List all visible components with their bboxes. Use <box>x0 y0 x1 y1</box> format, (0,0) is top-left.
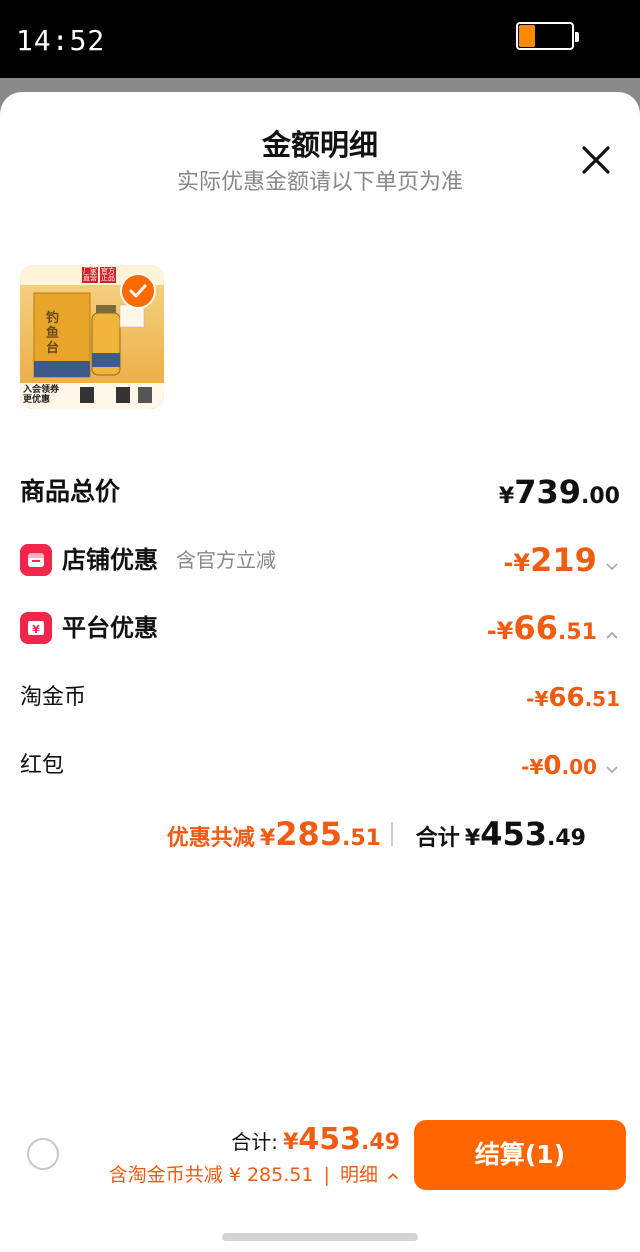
summary-total-value: 合计 ¥453.49 <box>415 815 586 853</box>
redpacket-row[interactable]: 红包 -¥0.00 <box>20 744 620 788</box>
platform-discount-label: 平台优惠 <box>62 614 158 642</box>
redpacket-value[interactable]: -¥0.00 <box>521 744 620 791</box>
shop-discount-sub: 含官方立减 <box>176 548 276 572</box>
product-image[interactable]: 钓鱼台 厂家直营 官方正品 入会领券 更优惠 <box>20 265 164 409</box>
battery-icon <box>516 22 579 50</box>
product-promo-text: 入会领券 更优惠 <box>23 385 60 405</box>
check-circle-icon[interactable] <box>120 273 156 309</box>
status-time: 14:52 <box>16 24 106 57</box>
platform-discount-value[interactable]: -¥66.51 <box>487 606 620 656</box>
coin-note: 含淘金币共减 ¥ 285.51 <box>108 1164 314 1186</box>
summary-divider <box>391 822 393 846</box>
redpacket-label: 红包 <box>20 753 65 778</box>
product-brand-text: 钓鱼台 <box>46 311 60 356</box>
sheet-subtitle: 实际优惠金额请以下单页为准 <box>176 170 463 195</box>
total-price-label: 商品总价 <box>20 477 121 506</box>
total-discount-value: 优惠共减 ¥285.51 <box>166 815 381 853</box>
chevron-up-icon <box>606 631 618 639</box>
chevron-up-icon <box>388 1172 398 1179</box>
shop-icon <box>20 544 52 576</box>
shop-discount-value[interactable]: -¥219 <box>503 538 620 588</box>
total-price-row: 商品总价 ¥739.00 <box>20 470 620 514</box>
bottom-total: 合计: ¥453.49 <box>231 1122 400 1157</box>
coin-discount-label: 淘金币 <box>20 685 87 710</box>
close-button[interactable] <box>576 140 616 180</box>
select-all-checkbox[interactable] <box>27 1138 59 1170</box>
chevron-down-icon <box>606 562 618 570</box>
coin-discount-value: -¥66.51 <box>526 683 620 713</box>
shop-discount-label: 店铺优惠 <box>62 546 158 574</box>
amount-detail-sheet: 金额明细 实际优惠金额请以下单页为准 钓鱼台 厂家直营 官方正品 入会领券 更优… <box>0 92 640 1252</box>
product-badge-2: 官方正品 <box>101 267 115 282</box>
platform-discount-row[interactable]: ¥ 平台优惠 -¥66.51 <box>20 606 620 650</box>
product-badge-1: 厂家直营 <box>83 267 97 282</box>
checkout-button[interactable]: 结算(1) <box>414 1120 626 1190</box>
sheet-title: 金额明细 <box>261 128 378 162</box>
summary-row: 优惠共减 ¥285.51 合计 ¥453.49 <box>20 810 586 858</box>
coin-note-line[interactable]: 含淘金币共减 ¥ 285.51 | 明细 <box>109 1160 400 1187</box>
platform-coupon-icon: ¥ <box>20 612 52 644</box>
close-icon <box>582 146 610 174</box>
shop-discount-row[interactable]: 店铺优惠 含官方立减 -¥219 <box>20 538 620 582</box>
detail-link[interactable]: 明细 <box>340 1164 378 1186</box>
chevron-down-icon <box>606 765 618 773</box>
status-bar: 14:52 <box>0 0 640 78</box>
coin-discount-row: 淘金币 -¥66.51 <box>20 676 620 720</box>
svg-text:¥: ¥ <box>32 623 40 636</box>
home-indicator <box>222 1233 418 1241</box>
total-price-value: ¥739.00 <box>498 473 620 511</box>
